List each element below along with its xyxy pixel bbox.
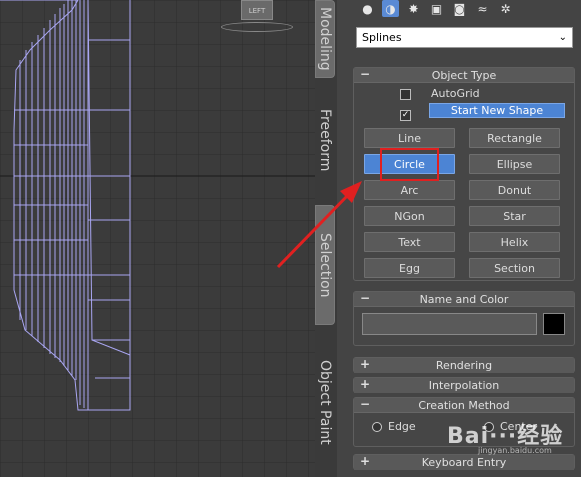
rollout-title: Interpolation [428, 379, 500, 392]
collapse-icon: − [360, 397, 371, 411]
rollout-header-interpolation[interactable]: + Interpolation [354, 377, 574, 393]
tab-freeform[interactable]: Freeform [315, 100, 335, 180]
autogrid-checkbox[interactable] [400, 89, 411, 100]
rollout-header-rendering[interactable]: + Rendering [354, 357, 574, 373]
rollout-header-name-and-color[interactable]: − Name and Color [354, 291, 574, 307]
arc-button[interactable]: Arc [364, 180, 455, 200]
section-button[interactable]: Section [469, 258, 560, 278]
rollout-title: Rendering [435, 359, 493, 372]
expand-icon: + [360, 377, 371, 391]
start-new-shape-checkbox[interactable]: ✓ [400, 110, 411, 121]
cameras-icon[interactable]: ▣ [428, 0, 445, 17]
object-name-field[interactable] [362, 313, 537, 335]
category-dropdown-value: Splines [362, 31, 402, 44]
autogrid-label: AutoGrid [431, 87, 480, 100]
object-color-swatch[interactable] [543, 313, 565, 335]
text-button[interactable]: Text [364, 232, 455, 252]
spacewarps-icon[interactable]: ≈ [474, 0, 491, 17]
create-category-icons: ● ◑ ✸ ▣ ◙ ≈ ✲ [359, 0, 514, 18]
rollout-name-and-color: − Name and Color [353, 291, 575, 346]
donut-button[interactable]: Donut [469, 180, 560, 200]
ngon-button[interactable]: NGon [364, 206, 455, 226]
ellipse-button[interactable]: Ellipse [469, 154, 560, 174]
expand-icon: + [360, 454, 371, 468]
rollout-title: Name and Color [419, 292, 509, 306]
egg-button[interactable]: Egg [364, 258, 455, 278]
lights-icon[interactable]: ✸ [405, 0, 422, 17]
rollout-title: Keyboard Entry [421, 456, 507, 469]
collapse-icon: − [360, 291, 371, 305]
viewport-left[interactable]: LEFT [0, 0, 315, 477]
tab-object-paint[interactable]: Object Paint [315, 350, 335, 455]
star-button[interactable]: Star [469, 206, 560, 226]
baidu-watermark-url: jingyan.baidu.com [478, 446, 552, 455]
rollout-keyboard-entry: + Keyboard Entry [353, 454, 575, 470]
rectangle-button[interactable]: Rectangle [469, 128, 560, 148]
rollout-title: Object Type [431, 68, 497, 82]
systems-icon[interactable]: ✲ [497, 0, 514, 17]
command-panel: ● ◑ ✸ ▣ ◙ ≈ ✲ Splines ⌄ − Object Type Au… [341, 0, 581, 477]
viewcube[interactable]: LEFT [241, 0, 273, 20]
rollout-interpolation: + Interpolation [353, 377, 575, 393]
chevron-down-icon: ⌄ [558, 32, 567, 43]
viewport-grid [0, 0, 315, 477]
rollout-header-keyboard-entry[interactable]: + Keyboard Entry [354, 454, 574, 470]
rollout-title: Creation Method [418, 398, 510, 412]
rollout-rendering: + Rendering [353, 357, 575, 373]
annotation-arrow-icon [276, 181, 362, 269]
rollout-header-creation-method[interactable]: − Creation Method [354, 397, 574, 413]
rollout-header-object-type[interactable]: − Object Type [354, 67, 574, 83]
tab-modeling[interactable]: Modeling [315, 0, 335, 78]
collapse-icon: − [360, 67, 371, 81]
helix-button[interactable]: Helix [469, 232, 560, 252]
category-dropdown[interactable]: Splines ⌄ [356, 27, 573, 48]
start-new-shape-button[interactable]: Start New Shape [429, 103, 565, 118]
helpers-icon[interactable]: ◙ [451, 0, 468, 17]
edge-radio[interactable] [372, 422, 382, 432]
expand-icon: + [360, 357, 371, 371]
line-button[interactable]: Line [364, 128, 455, 148]
geometry-sphere-icon[interactable]: ● [359, 0, 376, 17]
edge-label: Edge [388, 420, 416, 433]
annotation-highlight-box [380, 148, 439, 181]
shapes-icon[interactable]: ◑ [382, 0, 399, 17]
viewcube-ring[interactable] [221, 22, 293, 32]
